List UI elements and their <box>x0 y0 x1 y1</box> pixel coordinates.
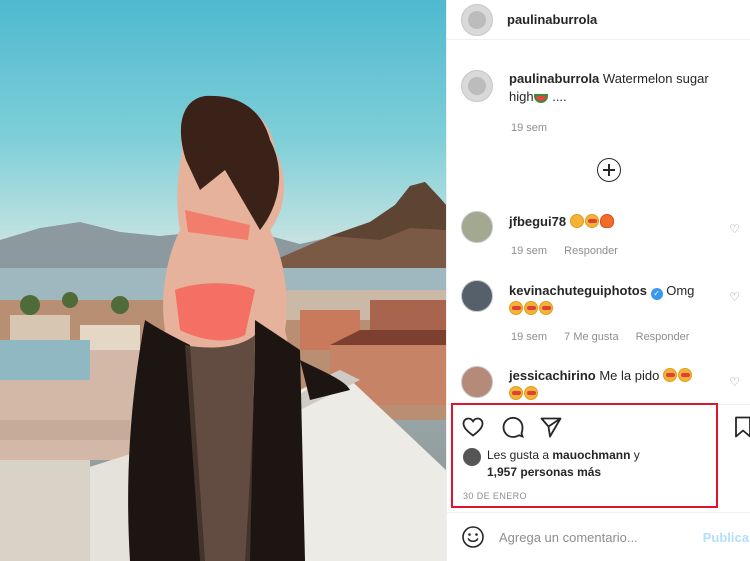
heart-eyes-emoji <box>584 214 599 228</box>
comment-meta: 19 sem 7 Me gusta Responder <box>511 331 703 343</box>
fire-emoji <box>599 214 614 228</box>
comment-likes[interactable]: 7 Me gusta <box>564 331 618 343</box>
caption-suffix: .... <box>552 89 567 104</box>
comment-username[interactable]: jfbegui78 <box>509 214 566 229</box>
heart-eyes-emoji <box>509 386 523 400</box>
heart-eyes-emoji <box>539 301 553 315</box>
photo-scene <box>0 95 446 561</box>
heart-eyes-emoji <box>509 301 523 315</box>
comment-username[interactable]: kevinachuteguiphotos <box>509 283 647 298</box>
comment-username[interactable]: jessicachirino <box>509 368 596 383</box>
reply-link[interactable]: Responder <box>564 245 618 257</box>
caption-block: paulinaburrola Watermelon sugar high ...… <box>461 70 740 106</box>
smile-emoji <box>569 214 584 228</box>
comment-item: kevinachuteguiphotos ✓ Omg <box>461 280 740 318</box>
comment-time: 19 sem <box>511 331 548 343</box>
like-comment-icon[interactable]: ♡ <box>729 375 740 389</box>
add-comment-icon[interactable] <box>597 158 621 182</box>
comment-input[interactable]: Agrega un comentario... <box>499 530 638 545</box>
post-header: paulinaburrola <box>447 0 750 40</box>
heart-eyes-emoji <box>524 301 538 315</box>
comment-avatar[interactable] <box>461 366 493 398</box>
heart-eyes-emoji <box>662 368 677 382</box>
like-comment-icon[interactable]: ♡ <box>729 222 740 236</box>
watermelon-emoji <box>533 94 548 103</box>
highlight-box <box>451 403 718 508</box>
comment-text: Me la pido <box>599 368 660 383</box>
caption-meta: 19 sem <box>511 122 561 134</box>
reply-link[interactable]: Responder <box>636 331 690 343</box>
comment-composer: Agrega un comentario... Publica <box>447 512 750 561</box>
emoji-icon[interactable] <box>461 525 485 549</box>
publish-button[interactable]: Publica <box>703 530 749 545</box>
like-comment-icon[interactable]: ♡ <box>729 290 740 304</box>
caption-time: 19 sem <box>511 122 548 134</box>
caption-text-line2: high <box>509 89 534 104</box>
caption-text: Watermelon sugar <box>602 71 709 86</box>
comment-text: Omg <box>666 283 695 298</box>
post-photo[interactable] <box>0 0 446 561</box>
caption-avatar[interactable] <box>461 70 493 102</box>
comment-item: jfbegui78 <box>461 211 740 243</box>
author-avatar[interactable] <box>461 3 493 36</box>
comment-item: jessicachirino Me la pido <box>461 366 740 403</box>
author-username[interactable]: paulinaburrola <box>507 12 597 27</box>
comment-meta: 19 sem Responder <box>511 245 632 257</box>
heart-eyes-emoji <box>677 368 692 382</box>
comment-avatar[interactable] <box>461 211 493 243</box>
comment-avatar[interactable] <box>461 280 493 312</box>
heart-eyes-emoji <box>524 386 538 400</box>
bookmark-icon[interactable] <box>731 415 750 439</box>
verified-icon: ✓ <box>650 288 663 300</box>
comment-time: 19 sem <box>511 245 548 257</box>
caption-username[interactable]: paulinaburrola <box>509 71 599 86</box>
